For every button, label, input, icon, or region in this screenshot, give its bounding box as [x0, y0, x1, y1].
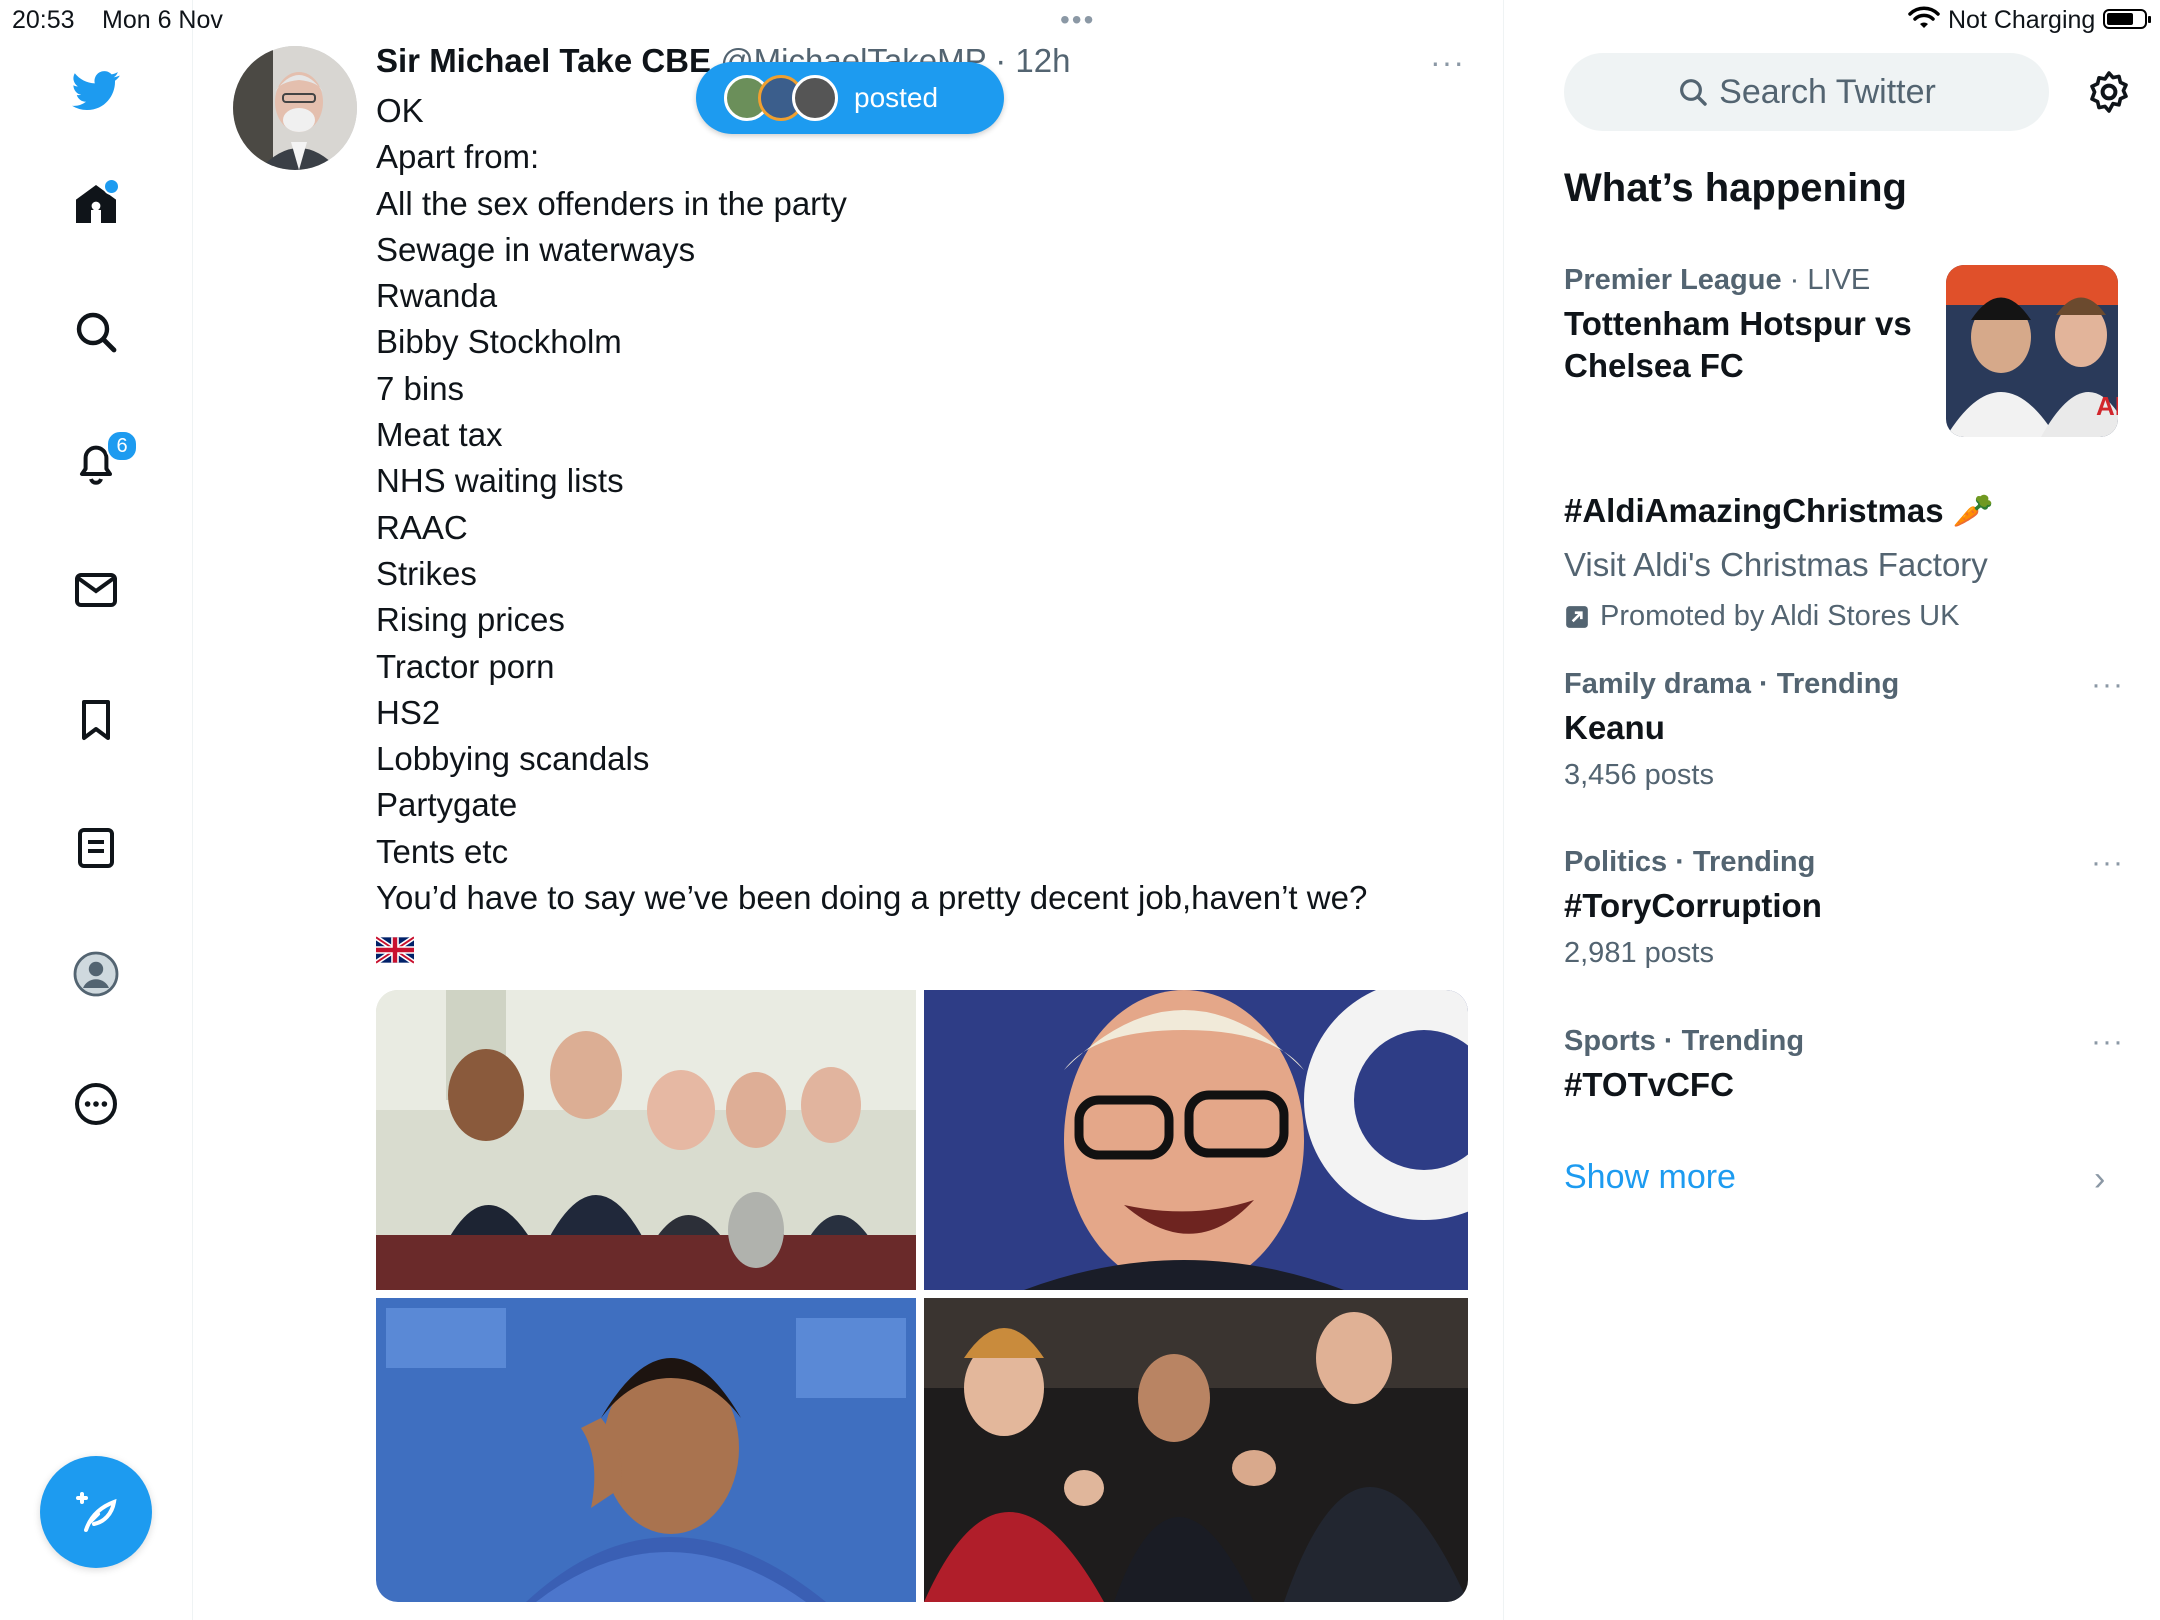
svg-text:AIA: AIA — [2096, 391, 2118, 421]
tweet-line: Meat tax — [376, 416, 503, 454]
charging-status: Not Charging — [1948, 6, 2096, 34]
poster-avatar — [792, 75, 838, 121]
multitask-dots[interactable]: ••• — [1060, 4, 1095, 36]
tweet-line: Partygate — [376, 786, 518, 824]
nav-messages[interactable] — [64, 558, 128, 622]
status-bar: 20:53 Mon 6 Nov ••• Not Charging — [0, 0, 2160, 40]
author-avatar[interactable] — [233, 46, 357, 170]
left-nav: 6 — [0, 0, 193, 1620]
tweet-line: Rwanda — [376, 277, 498, 315]
trend-title: Tottenham Hotspur vs Chelsea FC — [1564, 305, 1912, 384]
trend-separator: · — [1781, 264, 1808, 296]
tweet-line: Rising prices — [376, 601, 565, 639]
trend-thumbnail[interactable]: AIA — [1946, 265, 2118, 437]
chevron-right-icon: › — [2094, 1160, 2106, 1198]
trend-title: #ToryCorruption — [1564, 887, 1822, 924]
status-date: Mon 6 Nov — [102, 6, 223, 34]
right-sidebar: Search Twitter What’s happening Premier … — [1504, 0, 2160, 1620]
tweet-line: Lobbying scandals — [376, 740, 650, 778]
mail-icon — [75, 573, 117, 607]
search-placeholder: Search Twitter — [1719, 72, 1936, 111]
tweet-line: All the sex offenders in the party — [376, 184, 847, 222]
battery-icon — [2103, 9, 2151, 29]
show-more-link[interactable]: Show more — [1564, 1158, 1736, 1197]
gear-icon[interactable] — [2085, 68, 2133, 116]
tweet-line: HS2 — [376, 693, 441, 731]
tweet-line: Sewage in waterways — [376, 230, 696, 268]
wifi-icon — [1908, 6, 1940, 28]
trend-photo: AIA — [1946, 265, 2118, 437]
trend-category: Family drama · Trending — [1564, 668, 1900, 700]
tweet-photo-1[interactable] — [376, 990, 916, 1290]
nav-profile[interactable] — [64, 942, 128, 1006]
trend-category: Sports · Trending — [1564, 1025, 1805, 1057]
search-input[interactable]: Search Twitter — [1564, 53, 2049, 131]
compose-feather-icon — [76, 1492, 117, 1532]
bookmark-icon — [82, 700, 110, 740]
trend-category: Premier League — [1564, 264, 1782, 296]
search-icon — [1680, 79, 1707, 106]
tweet-time[interactable]: 12h — [1015, 42, 1070, 79]
promoted-by: Promoted by Aldi Stores UK — [1564, 600, 2124, 633]
uk-flag-icon — [376, 935, 414, 964]
trend-item[interactable]: Family drama · Trending Keanu 3,456 post… — [1564, 668, 2124, 792]
carrot-emoji: 🥕 — [1952, 492, 1994, 529]
trend-status: LIVE — [1807, 264, 1871, 296]
trend-count: 3,456 posts — [1564, 759, 1714, 791]
tweet-photo-2[interactable] — [924, 990, 1468, 1290]
nav-more[interactable] — [64, 1072, 128, 1136]
avatar-icon — [73, 951, 119, 997]
trend-category: Politics · Trending — [1564, 846, 1816, 878]
promoted-icon — [1566, 605, 1588, 628]
tweet-line: Bibby Stockholm — [376, 323, 622, 361]
compose-button[interactable] — [40, 1456, 152, 1568]
header-separator: · — [995, 42, 1007, 79]
timeline: Sir Michael Take CBE @MichaelTakeMP · 12… — [193, 0, 1504, 1620]
author-photo — [233, 46, 357, 170]
trend-meta: Premier League · LIVE — [1564, 264, 1934, 297]
tweet-line: Strikes — [376, 554, 477, 592]
trend-more-button[interactable]: ··· — [2091, 1025, 2124, 1059]
search-icon — [76, 312, 117, 353]
nav-notifications[interactable]: 6 — [64, 430, 138, 494]
trend-title: #TOTvCFC — [1564, 1066, 1734, 1103]
bird-icon — [72, 71, 120, 111]
tweet-text: OK Apart from: All the sex offenders in … — [376, 88, 1476, 968]
home-unread-dot — [103, 178, 120, 195]
trend-item[interactable]: Sports · Trending #TOTvCFC ··· — [1564, 1025, 2124, 1106]
tweet-photo-4[interactable] — [924, 1298, 1468, 1602]
status-time: 20:53 — [12, 6, 75, 34]
nav-bookmarks[interactable] — [64, 688, 128, 752]
tweet-line: NHS waiting lists — [376, 462, 624, 500]
trend-item[interactable]: Premier League · LIVE Tottenham Hotspur … — [1564, 264, 1934, 387]
trend-count: 2,981 posts — [1564, 937, 1714, 969]
author-name[interactable]: Sir Michael Take CBE — [376, 42, 711, 79]
twitter-logo[interactable] — [64, 58, 128, 122]
tweet-line: Apart from: — [376, 138, 540, 176]
list-icon — [78, 828, 114, 868]
new-posts-pill[interactable]: ↑ posted — [696, 62, 1004, 134]
tweet-line: You’d have to say we’ve been doing a pre… — [376, 879, 1368, 917]
more-circle-icon — [75, 1083, 117, 1125]
nav-lists[interactable] — [64, 816, 128, 880]
new-posts-label: posted — [854, 82, 939, 113]
nav-home[interactable] — [64, 172, 128, 236]
tweet-line: Tents etc — [376, 832, 509, 870]
tweet-line: 7 bins — [376, 369, 465, 407]
whats-happening-title: What’s happening — [1564, 166, 1907, 210]
tweet-photo-3[interactable] — [376, 1298, 916, 1602]
promoted-trend[interactable]: #AldiAmazingChristmas 🥕 Visit Aldi's Chr… — [1564, 484, 2124, 633]
tweet-line: Tractor porn — [376, 647, 555, 685]
nav-explore[interactable] — [64, 300, 128, 364]
trend-title: #AldiAmazingChristmas 🥕 — [1564, 492, 1994, 529]
promo-subtitle: Visit Aldi's Christmas Factory — [1564, 546, 1988, 583]
trend-item[interactable]: Politics · Trending #ToryCorruption 2,98… — [1564, 846, 2124, 970]
tweet-media-grid — [376, 990, 1468, 1602]
notification-badge: 6 — [106, 430, 138, 462]
trend-more-button[interactable]: ··· — [2091, 846, 2124, 880]
tweet-line: RAAC — [376, 508, 468, 546]
tweet-more-button[interactable]: ··· — [1430, 44, 1465, 81]
trend-title: Keanu — [1564, 709, 1665, 746]
trend-more-button[interactable]: ··· — [2091, 668, 2124, 702]
